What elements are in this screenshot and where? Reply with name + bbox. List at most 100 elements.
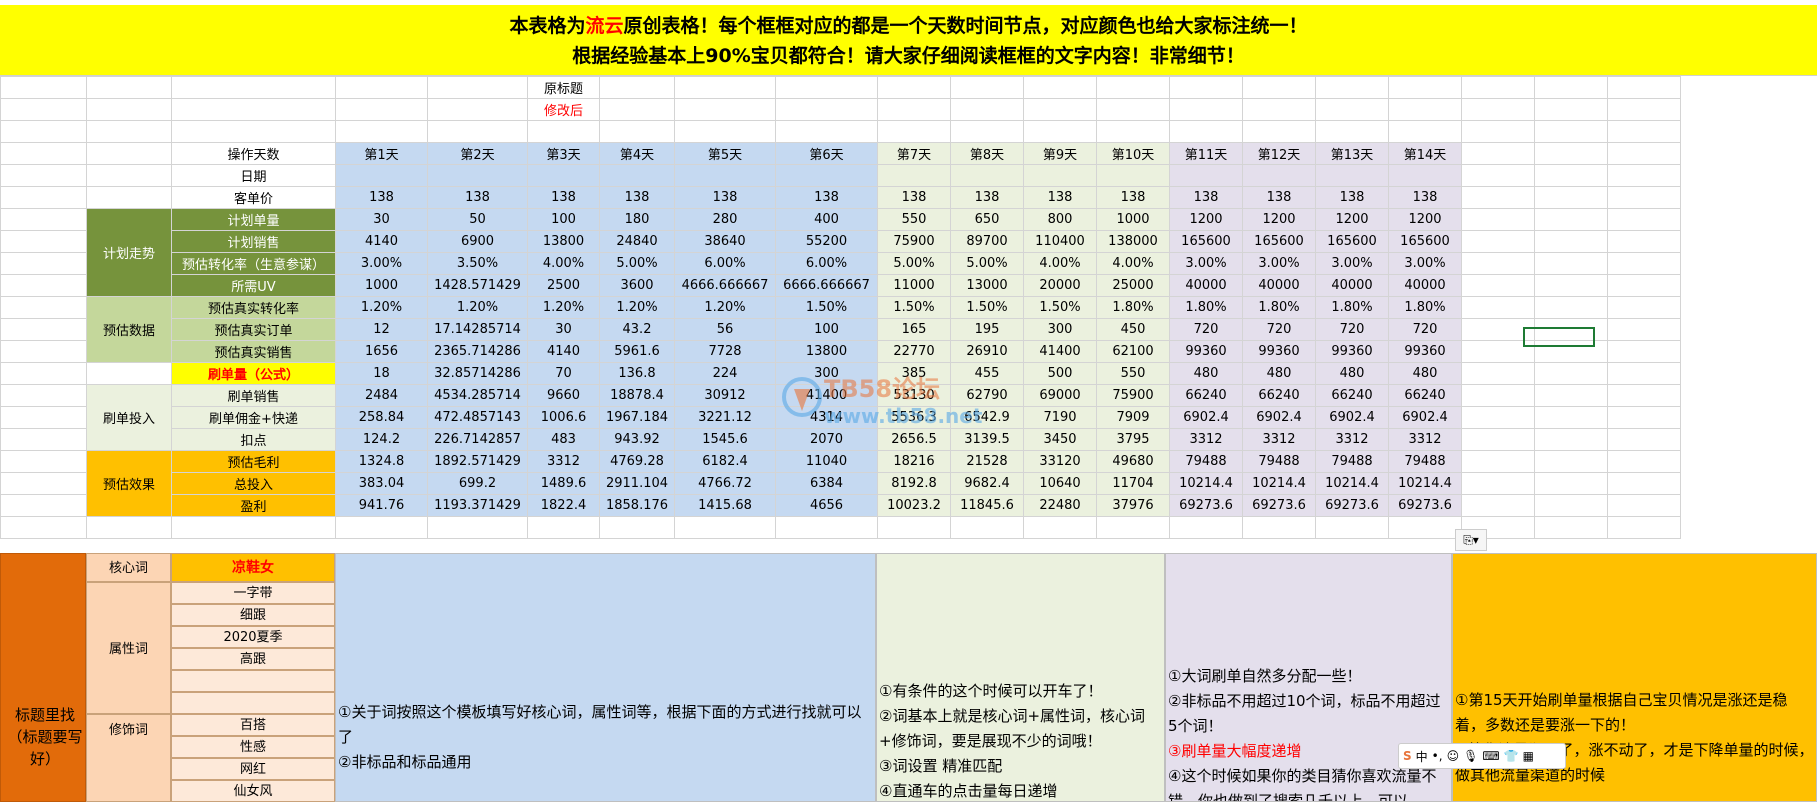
estimate-value[interactable]: 22770 bbox=[877, 340, 951, 363]
plan-value[interactable]: 110400 bbox=[1023, 230, 1097, 253]
plan-value[interactable]: 165600 bbox=[1242, 230, 1316, 253]
empty-cell[interactable] bbox=[674, 120, 776, 143]
formula-value[interactable]: 18 bbox=[335, 362, 428, 385]
empty-cell[interactable] bbox=[335, 516, 428, 539]
brush-value[interactable]: 6902.4 bbox=[1169, 406, 1243, 429]
plan-value[interactable]: 38640 bbox=[674, 230, 776, 253]
plan-value[interactable]: 11000 bbox=[877, 274, 951, 297]
brush-value[interactable]: 1967.184 bbox=[599, 406, 675, 429]
microphone-icon[interactable]: 🎙 bbox=[1463, 749, 1478, 763]
effect-value[interactable]: 9682.4 bbox=[950, 472, 1024, 495]
empty-cell[interactable] bbox=[0, 208, 87, 231]
effect-value[interactable]: 11040 bbox=[775, 450, 878, 473]
brush-value[interactable]: 66240 bbox=[1242, 384, 1316, 407]
effect-value[interactable]: 699.2 bbox=[427, 472, 528, 495]
estimate-group-label[interactable]: 预估数据 bbox=[86, 296, 172, 363]
estimate-row-label[interactable]: 预估真实转化率 bbox=[171, 296, 336, 319]
estimate-value[interactable]: 1.80% bbox=[1242, 296, 1316, 319]
effect-value[interactable]: 1822.4 bbox=[527, 494, 600, 517]
plan-value[interactable]: 2500 bbox=[527, 274, 600, 297]
plan-value[interactable]: 6.00% bbox=[775, 252, 878, 275]
price-label[interactable]: 客单价 bbox=[171, 186, 336, 209]
estimate-value[interactable]: 99360 bbox=[1388, 340, 1462, 363]
effect-value[interactable]: 11704 bbox=[1096, 472, 1170, 495]
empty-cell[interactable] bbox=[877, 120, 951, 143]
empty-cell[interactable] bbox=[877, 516, 951, 539]
formula-value[interactable]: 300 bbox=[775, 362, 878, 385]
empty-cell[interactable] bbox=[0, 428, 87, 451]
formula-value[interactable]: 500 bbox=[1023, 362, 1097, 385]
empty-cell[interactable] bbox=[171, 76, 336, 99]
ime-toolbar[interactable]: S 中 •, ☺ 🎙 ⌨ 👕 ▦ bbox=[1398, 743, 1566, 769]
estimate-value[interactable]: 30 bbox=[527, 318, 600, 341]
effect-value[interactable]: 6182.4 bbox=[674, 450, 776, 473]
empty-cell[interactable] bbox=[674, 98, 776, 121]
effect-value[interactable]: 1858.176 bbox=[599, 494, 675, 517]
empty-cell[interactable] bbox=[1534, 164, 1608, 187]
empty-cell[interactable] bbox=[674, 76, 776, 99]
brush-row-label[interactable]: 刷单佣金+快递 bbox=[171, 406, 336, 429]
empty-cell[interactable] bbox=[0, 472, 87, 495]
plan-value[interactable]: 89700 bbox=[950, 230, 1024, 253]
formula-label[interactable]: 刷单量（公式） bbox=[171, 362, 336, 385]
empty-cell[interactable] bbox=[86, 120, 172, 143]
plan-value[interactable]: 180 bbox=[599, 208, 675, 231]
formula-value[interactable]: 480 bbox=[1315, 362, 1389, 385]
estimate-value[interactable]: 1.50% bbox=[877, 296, 951, 319]
day-header[interactable]: 第13天 bbox=[1315, 142, 1389, 165]
day-header[interactable]: 第8天 bbox=[950, 142, 1024, 165]
day-header[interactable]: 第4天 bbox=[599, 142, 675, 165]
empty-cell[interactable] bbox=[1461, 120, 1535, 143]
effect-value[interactable]: 383.04 bbox=[335, 472, 428, 495]
plan-value[interactable]: 4.00% bbox=[527, 252, 600, 275]
empty-cell[interactable] bbox=[0, 230, 87, 253]
brush-value[interactable]: 6542.9 bbox=[950, 406, 1024, 429]
effect-value[interactable]: 69273.6 bbox=[1388, 494, 1462, 517]
empty-cell[interactable] bbox=[1388, 516, 1462, 539]
plan-value[interactable]: 40000 bbox=[1169, 274, 1243, 297]
empty-cell[interactable] bbox=[877, 98, 951, 121]
estimate-value[interactable]: 300 bbox=[1023, 318, 1097, 341]
price-cell[interactable]: 138 bbox=[877, 186, 951, 209]
plan-value[interactable]: 5.00% bbox=[877, 252, 951, 275]
plan-value[interactable]: 550 bbox=[877, 208, 951, 231]
empty-cell[interactable] bbox=[0, 318, 87, 341]
empty-cell[interactable] bbox=[1607, 164, 1681, 187]
date-cell[interactable] bbox=[674, 164, 776, 187]
formula-value[interactable]: 480 bbox=[1242, 362, 1316, 385]
empty-cell[interactable] bbox=[0, 76, 87, 99]
brush-value[interactable]: 3312 bbox=[1388, 428, 1462, 451]
punctuation-icon[interactable]: •, bbox=[1432, 749, 1443, 763]
empty-cell[interactable] bbox=[877, 76, 951, 99]
brush-group-label[interactable]: 刷单投入 bbox=[86, 384, 172, 451]
empty-cell[interactable] bbox=[0, 340, 87, 363]
plan-value[interactable]: 1000 bbox=[335, 274, 428, 297]
empty-cell[interactable] bbox=[1461, 406, 1535, 429]
empty-cell[interactable] bbox=[950, 76, 1024, 99]
empty-cell[interactable] bbox=[1534, 76, 1608, 99]
formula-value[interactable]: 455 bbox=[950, 362, 1024, 385]
empty-cell[interactable] bbox=[86, 186, 172, 209]
empty-cell[interactable] bbox=[86, 164, 172, 187]
estimate-value[interactable]: 1.80% bbox=[1169, 296, 1243, 319]
mod-word[interactable]: 性感 bbox=[171, 736, 335, 758]
effect-value[interactable]: 22480 bbox=[1023, 494, 1097, 517]
brush-value[interactable]: 66240 bbox=[1169, 384, 1243, 407]
effect-value[interactable]: 941.76 bbox=[335, 494, 428, 517]
empty-cell[interactable] bbox=[0, 252, 87, 275]
empty-cell[interactable] bbox=[0, 450, 87, 473]
effect-value[interactable]: 11845.6 bbox=[950, 494, 1024, 517]
empty-cell[interactable] bbox=[171, 516, 336, 539]
empty-cell[interactable] bbox=[1534, 384, 1608, 407]
effect-value[interactable]: 1324.8 bbox=[335, 450, 428, 473]
empty-cell[interactable] bbox=[1607, 252, 1681, 275]
empty-cell[interactable] bbox=[1388, 76, 1462, 99]
empty-cell[interactable] bbox=[1023, 76, 1097, 99]
plan-value[interactable]: 1200 bbox=[1315, 208, 1389, 231]
empty-cell[interactable] bbox=[1534, 230, 1608, 253]
empty-cell[interactable] bbox=[86, 98, 172, 121]
empty-cell[interactable] bbox=[0, 186, 87, 209]
estimate-value[interactable]: 1.20% bbox=[599, 296, 675, 319]
empty-cell[interactable] bbox=[1607, 406, 1681, 429]
empty-cell[interactable] bbox=[1607, 142, 1681, 165]
